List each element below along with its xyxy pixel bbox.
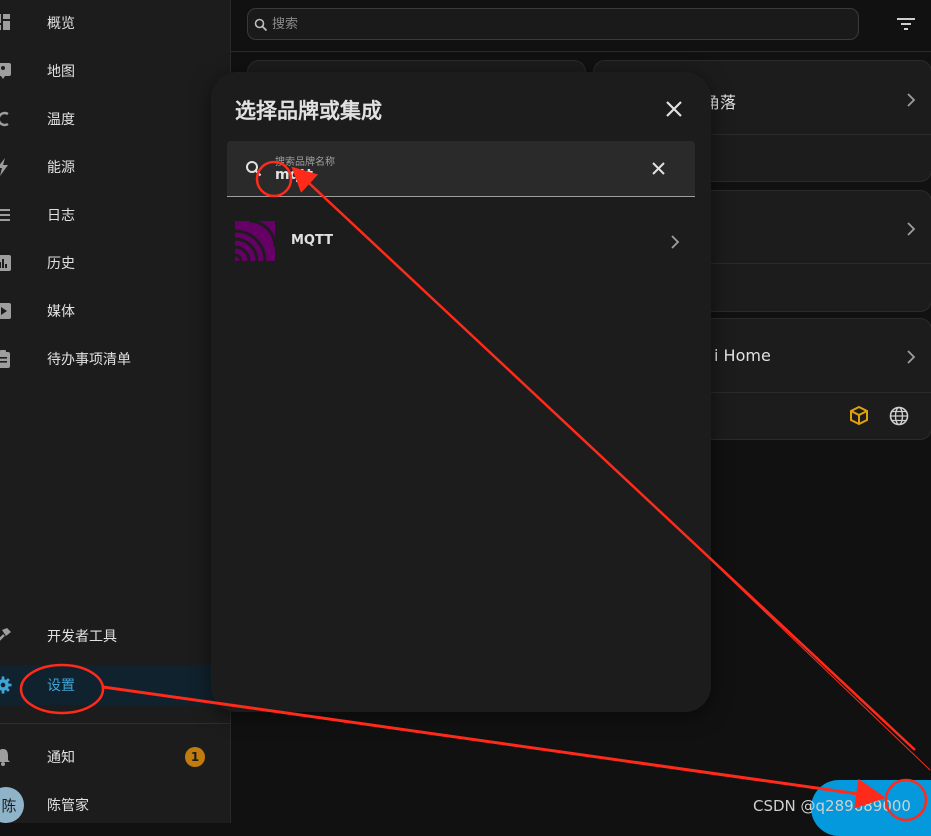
mqtt-logo (234, 219, 277, 262)
sidebar-item-history[interactable]: 历史 (0, 243, 230, 283)
filter-icon (897, 18, 915, 30)
sidebar-item-label: 媒体 (47, 304, 75, 320)
list-icon (0, 206, 12, 224)
sidebar-item-notifications[interactable]: 通知 1 (0, 737, 230, 777)
sidebar: 概览 地图 温度 能源 日志 历史 媒体 待办事项清单 开发者工具 设置 通知 … (0, 0, 231, 823)
chart-icon (0, 254, 12, 272)
map-icon (0, 62, 12, 80)
sidebar-item-map[interactable]: 地图 (0, 51, 230, 91)
bell-icon (0, 748, 12, 766)
card-title: i Home (714, 346, 771, 365)
notification-badge: 1 (185, 747, 205, 767)
sidebar-item-overview[interactable]: 概览 (0, 3, 230, 43)
sidebar-divider (0, 723, 230, 724)
search-box[interactable] (247, 8, 859, 40)
chevron-right-icon (905, 349, 917, 364)
sidebar-item-logbook[interactable]: 日志 (0, 195, 230, 235)
close-icon (652, 162, 665, 175)
filter-button[interactable] (895, 14, 917, 34)
sidebar-item-label: 历史 (47, 256, 75, 272)
sidebar-item-label: 概览 (47, 16, 75, 32)
sidebar-item-label: 日志 (47, 208, 75, 224)
dashboard-icon (0, 14, 12, 32)
search-field-label: 搜索品牌名称 (275, 157, 335, 168)
clipboard-icon (0, 350, 12, 368)
watermark: CSDN @q289689000 (753, 797, 911, 815)
sidebar-item-profile[interactable]: 陈 陈管家 (0, 785, 230, 825)
chevron-right-icon (905, 221, 917, 236)
user-name: 陈管家 (47, 798, 89, 814)
gear-icon (0, 676, 12, 694)
sidebar-item-label: 地图 (47, 64, 75, 80)
close-button[interactable] (663, 98, 685, 120)
search-icon (245, 160, 262, 177)
avatar: 陈 (0, 787, 24, 823)
package-icon (849, 405, 869, 430)
sidebar-item-energy[interactable]: 能源 (0, 147, 230, 187)
search-field-value[interactable]: mqtt (275, 167, 313, 183)
lightning-icon (0, 158, 12, 176)
globe-icon (889, 406, 909, 430)
sidebar-item-developer-tools[interactable]: 开发者工具 (0, 616, 230, 656)
brand-search-field[interactable]: 搜索品牌名称 mqtt (227, 141, 695, 197)
sidebar-item-label: 能源 (47, 160, 75, 176)
sidebar-item-settings[interactable]: 设置 (0, 665, 230, 705)
close-icon (666, 101, 682, 117)
sidebar-item-label: 设置 (47, 678, 75, 694)
hammer-icon (0, 627, 12, 645)
play-icon (0, 302, 12, 320)
clear-search-button[interactable] (651, 161, 666, 176)
sidebar-item-media[interactable]: 媒体 (0, 291, 230, 331)
sidebar-item-label: 通知 (47, 750, 75, 766)
chevron-right-icon (905, 92, 917, 107)
chevron-right-icon (669, 234, 681, 249)
select-integration-dialog: 选择品牌或集成 搜索品牌名称 mqtt MQTT (211, 72, 711, 712)
search-input[interactable] (270, 15, 834, 33)
sidebar-item-todo[interactable]: 待办事项清单 (0, 339, 230, 379)
sidebar-item-temperature[interactable]: 温度 (0, 99, 230, 139)
result-label: MQTT (291, 233, 334, 248)
sidebar-item-label: 温度 (47, 112, 75, 128)
thermometer-icon (0, 110, 12, 128)
search-icon (254, 17, 268, 32)
integration-result-mqtt[interactable]: MQTT (227, 219, 695, 263)
sidebar-item-label: 待办事项清单 (47, 352, 131, 368)
sidebar-item-label: 开发者工具 (47, 629, 117, 645)
dialog-title: 选择品牌或集成 (235, 99, 382, 123)
top-bar (231, 0, 931, 52)
annotation-line (689, 539, 931, 771)
